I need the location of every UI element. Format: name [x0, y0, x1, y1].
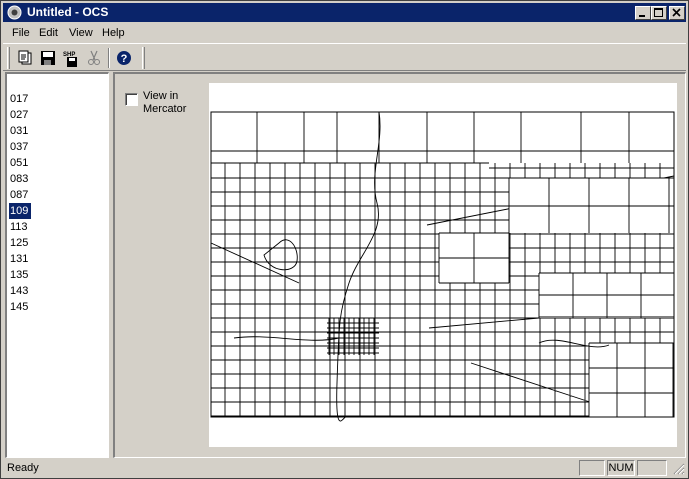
title-bar[interactable]: Untitled - OCS [3, 3, 686, 22]
county-list-item-label: 131 [10, 253, 29, 265]
status-indicator-scroll [637, 460, 667, 476]
status-indicator-num: NUM [607, 460, 635, 476]
county-list-item-label: 113 [10, 221, 28, 233]
county-list-item-label: 125 [10, 237, 29, 249]
application-window: Untitled - OCS File Edit View Help SHP ?… [0, 0, 689, 479]
size-grip-icon[interactable] [671, 461, 685, 475]
county-list-item[interactable]: 083 [9, 171, 31, 187]
new-document-icon [18, 50, 32, 65]
maximize-button[interactable] [651, 6, 667, 20]
new-document-button[interactable] [14, 47, 36, 69]
county-list-item-label: 027 [10, 109, 29, 121]
cut-icon [88, 50, 100, 65]
toolbar-grip[interactable] [7, 47, 10, 69]
county-list-item[interactable]: 027 [9, 107, 31, 123]
county-list-item[interactable]: 113 [9, 219, 31, 235]
maximize-icon [654, 8, 663, 17]
county-list-item[interactable]: 031 [9, 123, 31, 139]
county-map[interactable] [209, 83, 677, 447]
minimize-button[interactable] [635, 6, 651, 20]
map-rural-areas [439, 178, 674, 417]
save-shp-button[interactable]: SHP [60, 47, 82, 69]
close-button[interactable] [669, 6, 685, 20]
county-list-item-label: 087 [10, 189, 29, 201]
save-icon [41, 51, 55, 65]
cut-button[interactable] [83, 47, 105, 69]
toolbar: SHP ? [3, 43, 686, 71]
save-button[interactable] [37, 47, 59, 69]
county-list-item-label: 143 [10, 285, 29, 297]
county-list-item[interactable]: 125 [9, 235, 31, 251]
county-list-item-label: 083 [10, 173, 29, 185]
county-list-item-label: 031 [10, 125, 29, 137]
mercator-checkbox-label: View in Mercator [143, 90, 187, 115]
county-list-item[interactable]: 145 [9, 299, 31, 315]
county-list[interactable]: 017 027 031 037 051 083 087 109 113 125 131 135 143 1… [9, 91, 31, 315]
map-river-2 [233, 336, 340, 341]
save-shp-icon: SHP [63, 52, 77, 67]
county-list-item[interactable]: 017 [9, 91, 31, 107]
county-list-item[interactable]: 131 [9, 251, 31, 267]
county-list-item[interactable]: 037 [9, 139, 31, 155]
status-indicator-caps [579, 460, 605, 476]
county-list-item-label: 051 [10, 157, 29, 169]
county-list-item[interactable]: 087 [9, 187, 31, 203]
mercator-checkbox-box[interactable] [125, 93, 138, 106]
menu-file[interactable]: File [11, 26, 31, 40]
county-map-drawing [210, 111, 675, 422]
county-list-item[interactable]: 135 [9, 267, 31, 283]
county-list-item-label: 145 [10, 301, 29, 313]
county-list-pane[interactable]: 017 027 031 037 051 083 087 109 113 125 131 135 143 1… [5, 72, 109, 458]
county-list-item[interactable]: 143 [9, 283, 31, 299]
county-list-item-label: 017 [10, 93, 29, 105]
help-button[interactable]: ? [113, 47, 135, 69]
help-glyph: ? [121, 53, 128, 65]
window-title: Untitled - OCS [27, 5, 109, 19]
map-river-1 [263, 239, 298, 271]
help-icon: ? [117, 51, 131, 65]
county-list-item-label: 135 [10, 269, 29, 281]
status-bar: Ready NUM [3, 459, 686, 477]
menu-view[interactable]: View [68, 26, 94, 40]
status-text: Ready [7, 462, 39, 474]
app-icon[interactable] [7, 5, 22, 20]
menu-bar: File Edit View Help [3, 23, 686, 42]
menu-edit[interactable]: Edit [38, 26, 59, 40]
map-river-0 [336, 111, 381, 422]
toolbar-grip-end[interactable] [142, 47, 145, 69]
map-pane: View in Mercator [113, 72, 686, 458]
county-list-item-label: 037 [10, 141, 29, 153]
minimize-icon [639, 15, 645, 17]
toolbar-separator [108, 48, 110, 68]
county-list-item-label: 109 [9, 203, 31, 219]
close-icon [672, 8, 681, 17]
menu-help[interactable]: Help [101, 26, 126, 40]
county-list-item[interactable]: 109 [9, 203, 31, 219]
county-list-item[interactable]: 051 [9, 155, 31, 171]
